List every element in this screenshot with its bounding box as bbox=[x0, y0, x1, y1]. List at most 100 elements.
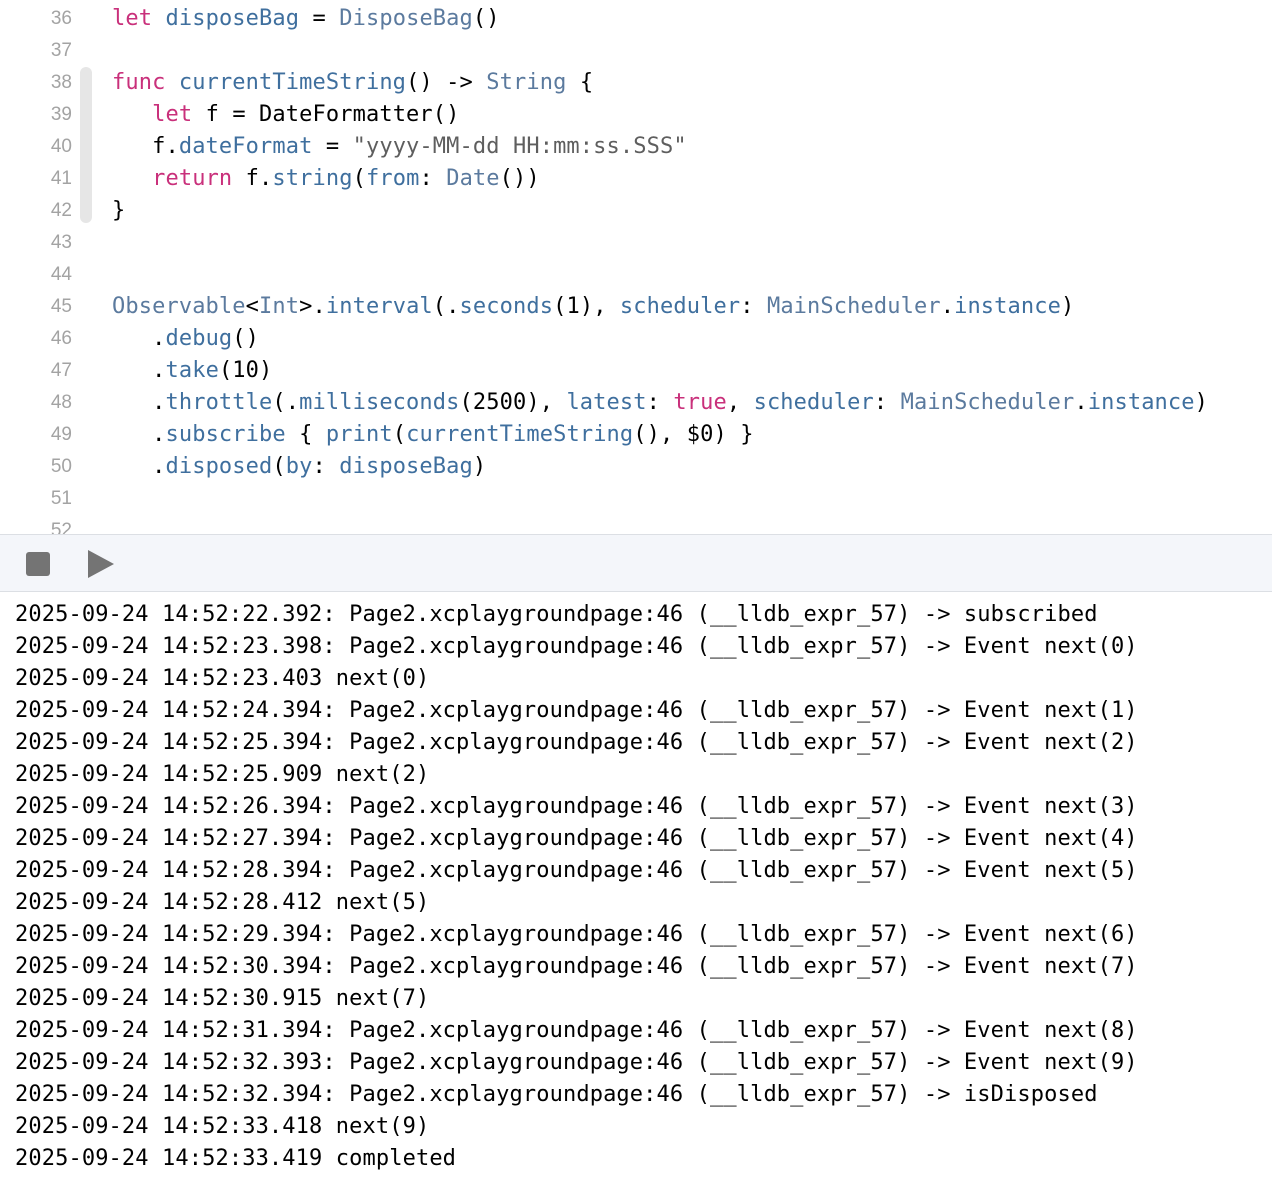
line-number: 36 bbox=[50, 8, 72, 29]
code-line[interactable]: 51 bbox=[0, 483, 1272, 515]
console-line: 2025-09-24 14:52:32.394: Page2.xcplaygro… bbox=[15, 1082, 1098, 1107]
code-token: MainScheduler bbox=[900, 390, 1075, 415]
code-token: Observable bbox=[112, 294, 246, 319]
code-token: subscribe bbox=[165, 422, 286, 447]
code-token: disposeBag bbox=[339, 454, 473, 479]
line-number: 44 bbox=[50, 264, 72, 285]
code-token: : bbox=[873, 390, 901, 415]
code-token: scheduler bbox=[619, 294, 741, 319]
code-token: "yyyy-MM-dd HH:mm:ss.SSS" bbox=[352, 134, 687, 159]
code-token: throttle bbox=[165, 390, 273, 415]
code-line[interactable]: 46 .debug() bbox=[0, 323, 1272, 355]
code-text: .throttle(.milliseconds(2500), latest: t… bbox=[112, 387, 1208, 419]
code-line[interactable]: 47 .take(10) bbox=[0, 355, 1272, 387]
code-token: ) bbox=[472, 454, 487, 479]
code-text: } bbox=[112, 195, 125, 227]
code-token: >. bbox=[299, 294, 326, 319]
code-token: String bbox=[486, 70, 567, 95]
code-token: () bbox=[472, 6, 500, 31]
code-token: (. bbox=[432, 294, 460, 319]
code-token: (. bbox=[272, 390, 300, 415]
code-text: let disposeBag = DisposeBag() bbox=[112, 3, 500, 35]
stop-button[interactable] bbox=[26, 552, 50, 576]
line-number: 41 bbox=[50, 168, 72, 189]
code-line[interactable]: 50 .disposed(by: disposeBag) bbox=[0, 451, 1272, 483]
code-token: () -> bbox=[406, 70, 487, 95]
line-number: 51 bbox=[50, 488, 72, 509]
code-token: dateFormat bbox=[178, 134, 313, 159]
console-line: 2025-09-24 14:52:23.398: Page2.xcplaygro… bbox=[15, 634, 1138, 659]
code-line[interactable]: 40 f.dateFormat = "yyyy-MM-dd HH:mm:ss.S… bbox=[0, 131, 1272, 163]
code-token: ( bbox=[392, 422, 407, 447]
code-token: DisposeBag bbox=[339, 6, 473, 31]
line-number: 48 bbox=[50, 392, 72, 413]
code-token: . bbox=[940, 294, 955, 319]
code-line[interactable]: 42} bbox=[0, 195, 1272, 227]
code-token: (2500), bbox=[459, 390, 567, 415]
code-token: by bbox=[285, 454, 313, 479]
code-token: = bbox=[312, 134, 353, 159]
code-line[interactable]: 39 let f = DateFormatter() bbox=[0, 99, 1272, 131]
code-token: instance bbox=[1087, 390, 1195, 415]
line-number: 39 bbox=[50, 104, 72, 125]
console-line: 2025-09-24 14:52:26.394: Page2.xcplaygro… bbox=[15, 794, 1138, 819]
console-line: 2025-09-24 14:52:30.394: Page2.xcplaygro… bbox=[15, 954, 1138, 979]
code-token: take bbox=[165, 358, 219, 383]
code-token: print bbox=[325, 422, 393, 447]
code-line[interactable]: 38 func currentTimeString() -> String { bbox=[0, 67, 1272, 99]
code-token: . bbox=[112, 358, 166, 383]
code-token: let bbox=[112, 6, 153, 31]
code-token: : bbox=[740, 294, 767, 319]
console-line: 2025-09-24 14:52:29.394: Page2.xcplaygro… bbox=[15, 922, 1138, 947]
code-token: . bbox=[112, 422, 166, 447]
code-token: : bbox=[646, 390, 674, 415]
console-line: 2025-09-24 14:52:30.915 next(7) bbox=[15, 986, 430, 1011]
code-token: = bbox=[299, 6, 340, 31]
code-token: func bbox=[112, 70, 166, 95]
code-token: disposed bbox=[165, 454, 273, 479]
code-text: func currentTimeString() -> String { bbox=[112, 67, 593, 99]
line-number: 45 bbox=[50, 296, 72, 317]
code-line[interactable]: 36 let disposeBag = DisposeBag() bbox=[0, 3, 1272, 35]
code-token: (10) bbox=[218, 358, 273, 383]
code-line[interactable]: 41 return f.string(from: Date()) bbox=[0, 163, 1272, 195]
code-token: (1), bbox=[553, 294, 620, 319]
code-line[interactable]: 49 .subscribe { print(currentTimeString(… bbox=[0, 419, 1272, 451]
code-text: Observable<Int>.interval(.seconds(1), sc… bbox=[112, 291, 1074, 323]
console-line: 2025-09-24 14:52:23.403 next(0) bbox=[15, 666, 430, 691]
code-token: . bbox=[112, 326, 166, 351]
code-line[interactable]: 48 .throttle(.milliseconds(2500), latest… bbox=[0, 387, 1272, 419]
play-button[interactable] bbox=[86, 549, 116, 579]
code-text: f.dateFormat = "yyyy-MM-dd HH:mm:ss.SSS" bbox=[112, 131, 687, 163]
line-number: 50 bbox=[50, 456, 72, 477]
code-line[interactable]: 52 bbox=[0, 515, 1272, 534]
console-line: 2025-09-24 14:52:24.394: Page2.xcplaygro… bbox=[15, 698, 1138, 723]
console-line: 2025-09-24 14:52:25.909 next(2) bbox=[15, 762, 430, 787]
console-line: 2025-09-24 14:52:28.394: Page2.xcplaygro… bbox=[15, 858, 1138, 883]
code-line[interactable]: 45 Observable<Int>.interval(.seconds(1), … bbox=[0, 291, 1272, 323]
line-number: 46 bbox=[50, 328, 72, 349]
code-token: { bbox=[285, 422, 326, 447]
code-text: return f.string(from: Date()) bbox=[112, 163, 540, 195]
code-token: f. bbox=[232, 166, 273, 191]
line-number: 38 bbox=[50, 72, 72, 93]
code-text: .subscribe { print(currentTimeString(), … bbox=[112, 419, 754, 451]
code-token: (), $0) } bbox=[633, 422, 754, 447]
code-token: } bbox=[112, 198, 126, 223]
code-token: debug bbox=[165, 326, 233, 351]
code-token: f. bbox=[112, 134, 179, 159]
code-editor[interactable]: 36 let disposeBag = DisposeBag() 37 38 func … bbox=[0, 0, 1272, 534]
code-token: currentTimeString bbox=[178, 70, 407, 95]
code-token: true bbox=[673, 390, 727, 415]
code-token: from bbox=[366, 166, 420, 191]
code-token: ( bbox=[272, 454, 286, 479]
console-line: 2025-09-24 14:52:33.418 next(9) bbox=[15, 1114, 430, 1139]
code-token: ()) bbox=[499, 166, 540, 191]
console-output[interactable]: 2025-09-24 14:52:22.392: Page2.xcplaygro… bbox=[0, 592, 1272, 1194]
code-line[interactable]: 44 bbox=[0, 259, 1272, 291]
code-line[interactable]: 37 bbox=[0, 35, 1272, 67]
line-number: 42 bbox=[50, 200, 72, 221]
code-line[interactable]: 43 bbox=[0, 227, 1272, 259]
